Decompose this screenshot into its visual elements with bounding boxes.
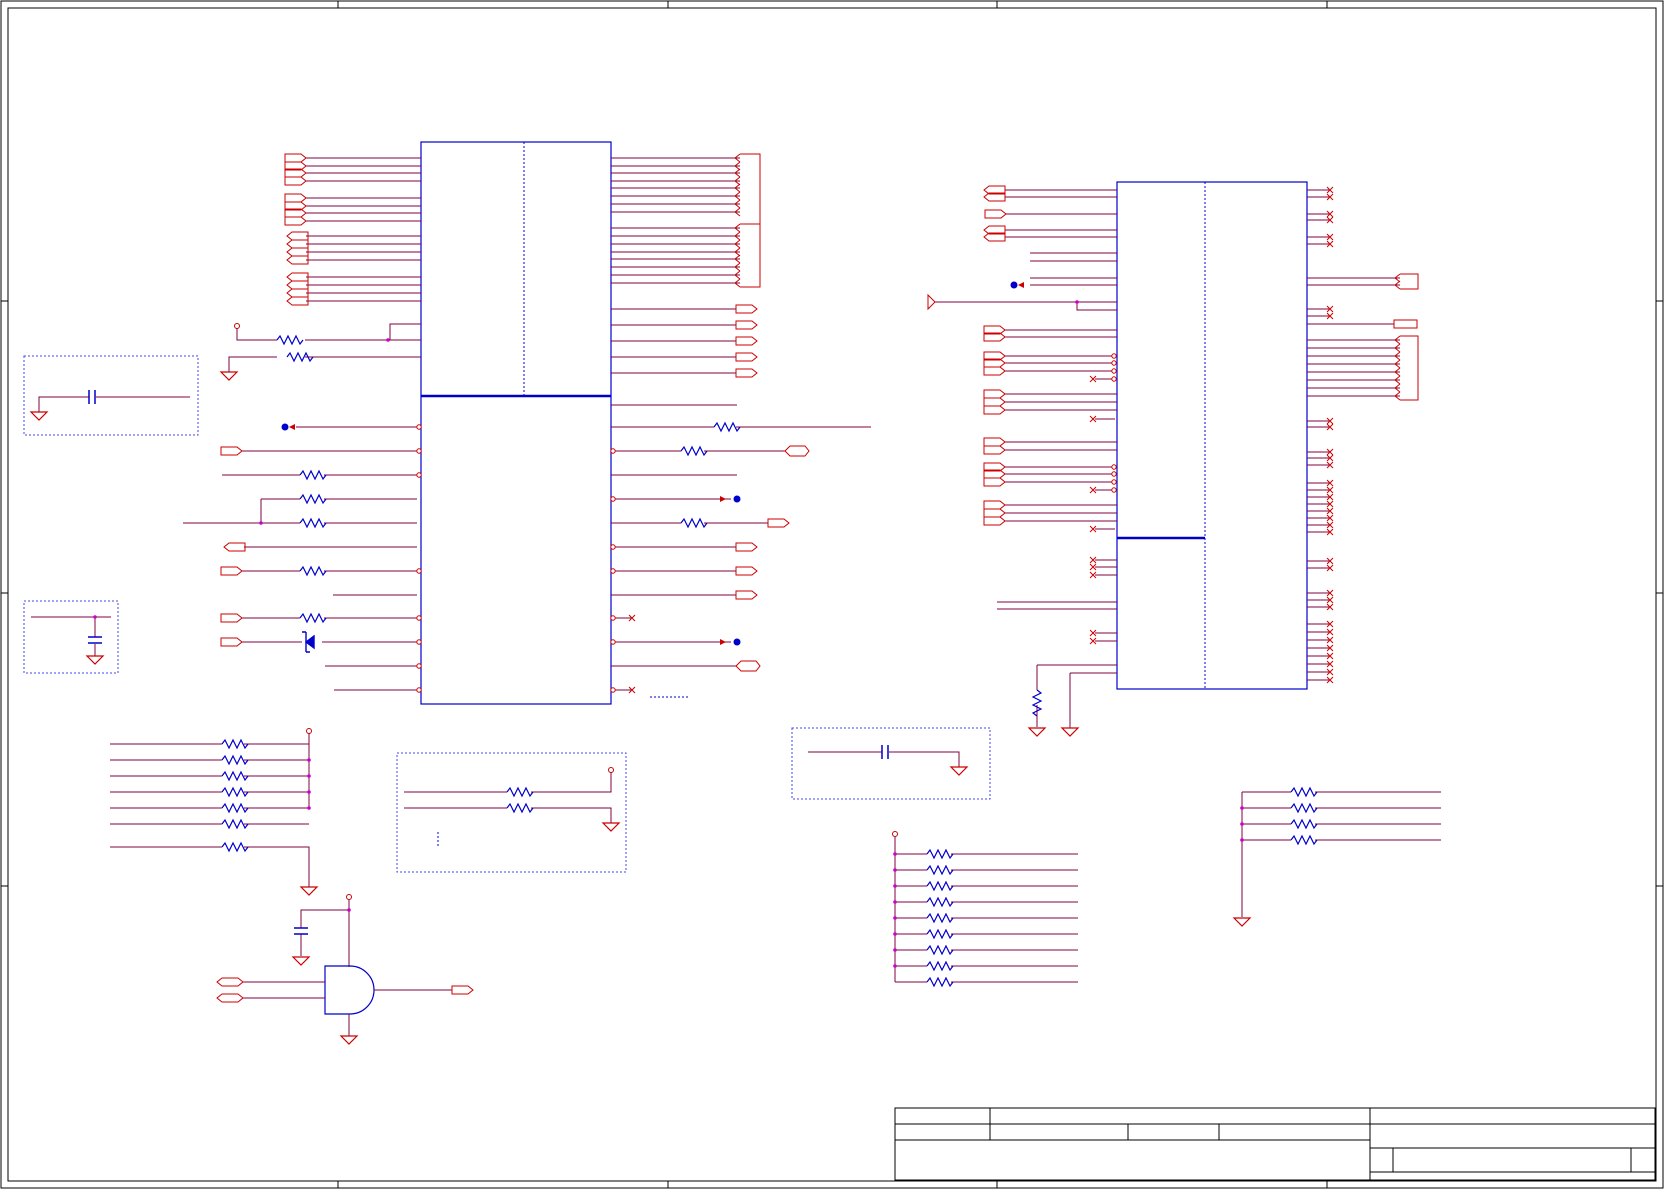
left-block-output-bus bbox=[611, 157, 740, 374]
right-block-right-pins bbox=[1307, 189, 1400, 681]
left-block-input-ports bbox=[284, 153, 309, 306]
schematic-sheet bbox=[0, 0, 1664, 1189]
left-block-lower-right bbox=[611, 404, 871, 691]
right-block-right-ports bbox=[1393, 273, 1419, 401]
center-resistor-box bbox=[396, 752, 627, 873]
left-block-lower-right-parts bbox=[628, 422, 810, 698]
left-pullup-bank bbox=[110, 728, 318, 896]
center-pullup-bank bbox=[892, 831, 1078, 987]
left-block-input-bus bbox=[306, 157, 421, 302]
decoupling-cap-box-3 bbox=[791, 727, 991, 800]
decoupling-cap-box-1 bbox=[23, 355, 199, 436]
left-block-lower-left bbox=[183, 426, 417, 691]
left-connector-component[interactable] bbox=[420, 141, 612, 705]
right-block-right-nc-marks bbox=[1326, 186, 1334, 684]
sheet-frame bbox=[0, 0, 1664, 1189]
config-resistors bbox=[220, 323, 421, 381]
right-pulldown-bank bbox=[1233, 787, 1441, 927]
and-gate[interactable] bbox=[216, 894, 474, 1045]
decoupling-cap-box-2 bbox=[23, 600, 119, 674]
right-block-left-ports bbox=[927, 185, 1117, 737]
right-block-left-pins bbox=[935, 189, 1117, 728]
title-block bbox=[894, 1107, 1656, 1181]
right-connector-component[interactable] bbox=[1116, 181, 1308, 690]
left-block-signal-ports bbox=[735, 304, 758, 378]
